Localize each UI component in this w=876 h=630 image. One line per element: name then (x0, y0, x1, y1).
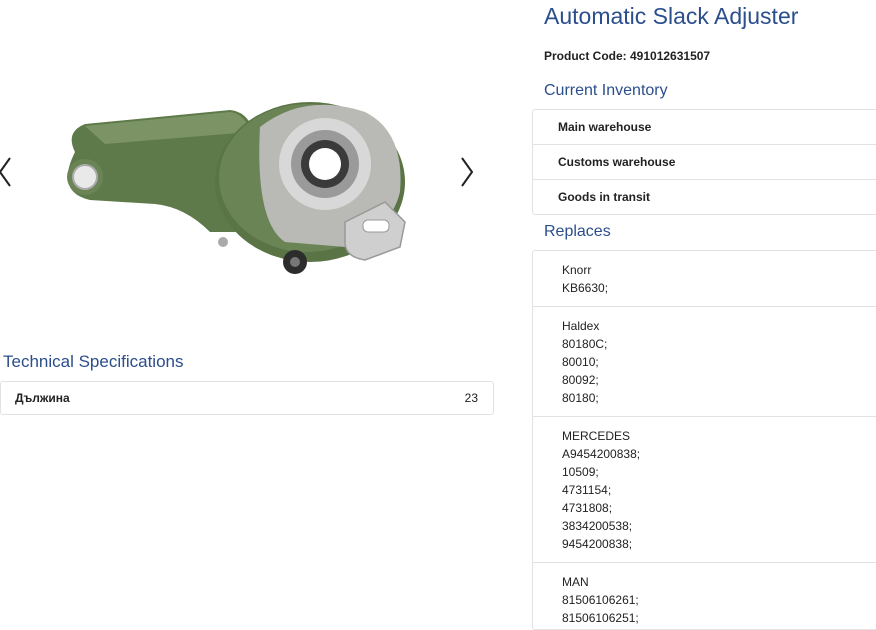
replaces-code: 80092; (562, 373, 599, 387)
chevron-left-icon (0, 157, 11, 187)
inventory-item-goods-in-transit[interactable]: Goods in transit (533, 180, 876, 215)
replaces-code: 4731154; (562, 483, 612, 497)
technical-specs-table: Дължина 23 (0, 381, 494, 415)
spec-value: 23 (464, 391, 478, 405)
replaces-code: 10509; (562, 465, 599, 479)
replaces-code: 80180C; (562, 337, 608, 351)
replaces-group-mercedes: MERCEDES A9454200838; 10509; 4731154; 47… (533, 417, 876, 563)
chevron-right-icon (461, 157, 474, 187)
replaces-brand: Haldex (562, 319, 600, 333)
replaces-brand: Knorr (562, 263, 592, 277)
replaces-code: 3834200538; (562, 519, 633, 533)
replaces-code: KB6630; (562, 281, 609, 295)
inventory-item-main-warehouse[interactable]: Main warehouse (533, 110, 876, 145)
replaces-code: 81506106261; (562, 593, 639, 607)
product-image (67, 102, 406, 274)
replaces-code: 80010; (562, 355, 599, 369)
spec-row: Дължина 23 (1, 382, 493, 414)
replaces-brand: MERCEDES (562, 429, 631, 443)
technical-specs-heading: Technical Specifications (3, 352, 184, 371)
inventory-item-customs-warehouse[interactable]: Customs warehouse (533, 145, 876, 180)
replaces-list: Knorr KB6630; Haldex 80180C; 80010; 8009… (532, 250, 876, 630)
product-title: Automatic Slack Adjuster (544, 3, 799, 29)
replaces-code: 81506106251; (562, 611, 639, 625)
product-info-column: Automatic Slack Adjuster Product Code: 4… (532, 0, 876, 630)
gallery-next-button[interactable] (454, 152, 478, 192)
replaces-group-man: MAN 81506106261; 81506106251; (533, 563, 876, 629)
replaces-brand: MAN (562, 575, 589, 589)
product-code: Product Code: 491012631507 (544, 49, 711, 63)
replaces-group-knorr: Knorr KB6630; (533, 251, 876, 307)
replaces-code: 4731808; (562, 501, 613, 515)
inventory-list: Main warehouse Customs warehouse Goods i… (532, 109, 876, 215)
replaces-code: A9454200838; (562, 447, 641, 461)
product-media-column: Technical Specifications Дължина 23 (0, 0, 510, 621)
gallery-prev-button[interactable] (0, 152, 18, 192)
product-gallery (0, 60, 510, 290)
inventory-heading: Current Inventory (544, 82, 668, 99)
replaces-group-haldex: Haldex 80180C; 80010; 80092; 80180; (533, 307, 876, 417)
replaces-code: 80180; (562, 391, 599, 405)
spec-name: Дължина (15, 391, 70, 405)
replaces-code: 9454200838; (562, 537, 633, 551)
replaces-heading: Replaces (544, 223, 611, 240)
